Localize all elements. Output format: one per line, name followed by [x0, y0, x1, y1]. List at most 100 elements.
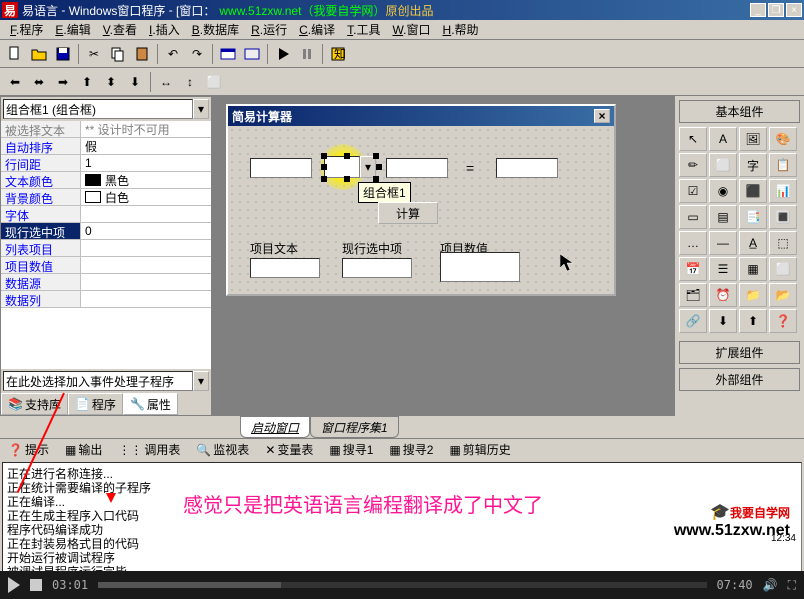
- palette-item-1[interactable]: A: [709, 127, 737, 151]
- palette-item-9[interactable]: ◉: [709, 179, 737, 203]
- open-icon[interactable]: [28, 43, 50, 65]
- palette-item-30[interactable]: ⬆: [739, 309, 767, 333]
- calculate-button[interactable]: 计算: [378, 202, 438, 224]
- paste-icon[interactable]: [131, 43, 153, 65]
- run-icon[interactable]: [272, 43, 294, 65]
- align-left-icon[interactable]: ⬅: [4, 71, 26, 93]
- out-tab-calltable[interactable]: ⋮⋮调用表: [114, 439, 184, 460]
- designer-close-icon[interactable]: ×: [594, 109, 610, 123]
- property-row[interactable]: 项目数值: [1, 257, 211, 274]
- palette-item-8[interactable]: ☑: [679, 179, 707, 203]
- palette-item-14[interactable]: 📑: [739, 205, 767, 229]
- designer-canvas[interactable]: 简易计算器 × ▾: [212, 96, 674, 416]
- minimize-button[interactable]: _: [750, 3, 766, 17]
- fullscreen-icon[interactable]: ⛶: [788, 578, 796, 593]
- same-height-icon[interactable]: ↕: [179, 71, 201, 93]
- form-icon[interactable]: [217, 43, 239, 65]
- property-row[interactable]: 数据列: [1, 291, 211, 308]
- tab-window-procset[interactable]: 窗口程序集1: [310, 416, 399, 438]
- input-operand2[interactable]: [386, 158, 448, 178]
- palette-item-25[interactable]: ⏰: [709, 283, 737, 307]
- align-middle-icon[interactable]: ⬍: [100, 71, 122, 93]
- maximize-button[interactable]: ❐: [768, 3, 784, 17]
- palette-item-5[interactable]: ⬜: [709, 153, 737, 177]
- out-tab-output[interactable]: ▦输出: [61, 439, 106, 460]
- property-row[interactable]: 现行选中项0: [1, 223, 211, 240]
- palette-item-29[interactable]: ⬇: [709, 309, 737, 333]
- event-selector[interactable]: 在此处选择加入事件处理子程序 ▾: [3, 371, 209, 391]
- tab-program[interactable]: 📄程序: [68, 393, 123, 415]
- tab-startup-window[interactable]: 启动窗口: [240, 416, 310, 438]
- close-button[interactable]: ×: [786, 3, 802, 17]
- input-value[interactable]: [440, 252, 520, 282]
- menu-help[interactable]: H.帮助: [437, 19, 485, 40]
- progress-bar[interactable]: [98, 582, 706, 588]
- out-tab-watch[interactable]: 🔍监视表: [192, 439, 253, 460]
- palette-item-2[interactable]: 🖼: [739, 127, 767, 151]
- same-size-icon[interactable]: ⬜: [203, 71, 225, 93]
- save-icon[interactable]: [52, 43, 74, 65]
- palette-item-15[interactable]: 🔳: [769, 205, 797, 229]
- play-button[interactable]: [8, 577, 20, 593]
- cut-icon[interactable]: ✂: [83, 43, 105, 65]
- palette-item-19[interactable]: ⬚: [769, 231, 797, 255]
- stop-button[interactable]: [30, 579, 42, 591]
- palette-item-17[interactable]: —: [709, 231, 737, 255]
- menu-view[interactable]: V.查看: [97, 19, 143, 40]
- palette-item-3[interactable]: 🎨: [769, 127, 797, 151]
- palette-item-7[interactable]: 📋: [769, 153, 797, 177]
- object-selector[interactable]: 组合框1 (组合框) ▾: [3, 99, 209, 119]
- align-center-icon[interactable]: ⬌: [28, 71, 50, 93]
- palette-item-12[interactable]: ▭: [679, 205, 707, 229]
- palette-item-23[interactable]: ⬜: [769, 257, 797, 281]
- redo-icon[interactable]: ↷: [186, 43, 208, 65]
- palette-item-11[interactable]: 📊: [769, 179, 797, 203]
- property-grid[interactable]: 被选择文本** 设计时不可用自动排序假行间距1文本颜色黑色背景颜色白色字体现行选…: [1, 121, 211, 369]
- menu-compile[interactable]: C.编译: [293, 19, 341, 40]
- copy-icon[interactable]: [107, 43, 129, 65]
- tab-properties[interactable]: 🔧属性: [123, 393, 178, 415]
- dropdown-icon[interactable]: ▾: [360, 156, 376, 178]
- combobox-operator[interactable]: ▾: [324, 156, 376, 178]
- palette-item-10[interactable]: ⬛: [739, 179, 767, 203]
- property-row[interactable]: 文本颜色黑色: [1, 172, 211, 189]
- palette-item-22[interactable]: ▦: [739, 257, 767, 281]
- property-row[interactable]: 被选择文本** 设计时不可用: [1, 121, 211, 138]
- input-selected[interactable]: [342, 258, 412, 278]
- knowledge-icon[interactable]: 知: [327, 43, 349, 65]
- dropdown-icon[interactable]: ▾: [193, 99, 209, 119]
- menu-program[interactable]: F.程序: [4, 19, 49, 40]
- property-row[interactable]: 自动排序假: [1, 138, 211, 155]
- align-top-icon[interactable]: ⬆: [76, 71, 98, 93]
- form2-icon[interactable]: [241, 43, 263, 65]
- property-row[interactable]: 背景颜色白色: [1, 189, 211, 206]
- property-row[interactable]: 字体: [1, 206, 211, 223]
- palette-external[interactable]: 外部组件: [679, 368, 800, 391]
- dropdown-icon[interactable]: ▾: [193, 371, 209, 391]
- new-icon[interactable]: [4, 43, 26, 65]
- menu-window[interactable]: W.窗口: [387, 19, 437, 40]
- palette-item-4[interactable]: ✏: [679, 153, 707, 177]
- palette-item-21[interactable]: ☰: [709, 257, 737, 281]
- input-item-text[interactable]: [250, 258, 320, 278]
- palette-item-20[interactable]: 📅: [679, 257, 707, 281]
- palette-extended[interactable]: 扩展组件: [679, 341, 800, 364]
- palette-item-18[interactable]: A̲: [739, 231, 767, 255]
- palette-basic[interactable]: 基本组件: [679, 100, 800, 123]
- pause-icon[interactable]: [296, 43, 318, 65]
- palette-item-31[interactable]: ❓: [769, 309, 797, 333]
- menu-tools[interactable]: T.工具: [341, 19, 386, 40]
- out-tab-hint[interactable]: ❓提示: [4, 439, 53, 460]
- menu-insert[interactable]: I.插入: [143, 19, 186, 40]
- palette-item-28[interactable]: 🔗: [679, 309, 707, 333]
- undo-icon[interactable]: ↶: [162, 43, 184, 65]
- palette-item-13[interactable]: ▤: [709, 205, 737, 229]
- palette-item-24[interactable]: 🗂: [679, 283, 707, 307]
- out-tab-cliphistory[interactable]: ▦剪辑历史: [445, 439, 514, 460]
- out-tab-vars[interactable]: ✕变量表: [261, 439, 317, 460]
- menu-database[interactable]: B.数据库: [186, 19, 245, 40]
- align-bottom-icon[interactable]: ⬇: [124, 71, 146, 93]
- out-tab-search2[interactable]: ▦搜寻2: [385, 439, 437, 460]
- align-right-icon[interactable]: ➡: [52, 71, 74, 93]
- input-result[interactable]: [496, 158, 558, 178]
